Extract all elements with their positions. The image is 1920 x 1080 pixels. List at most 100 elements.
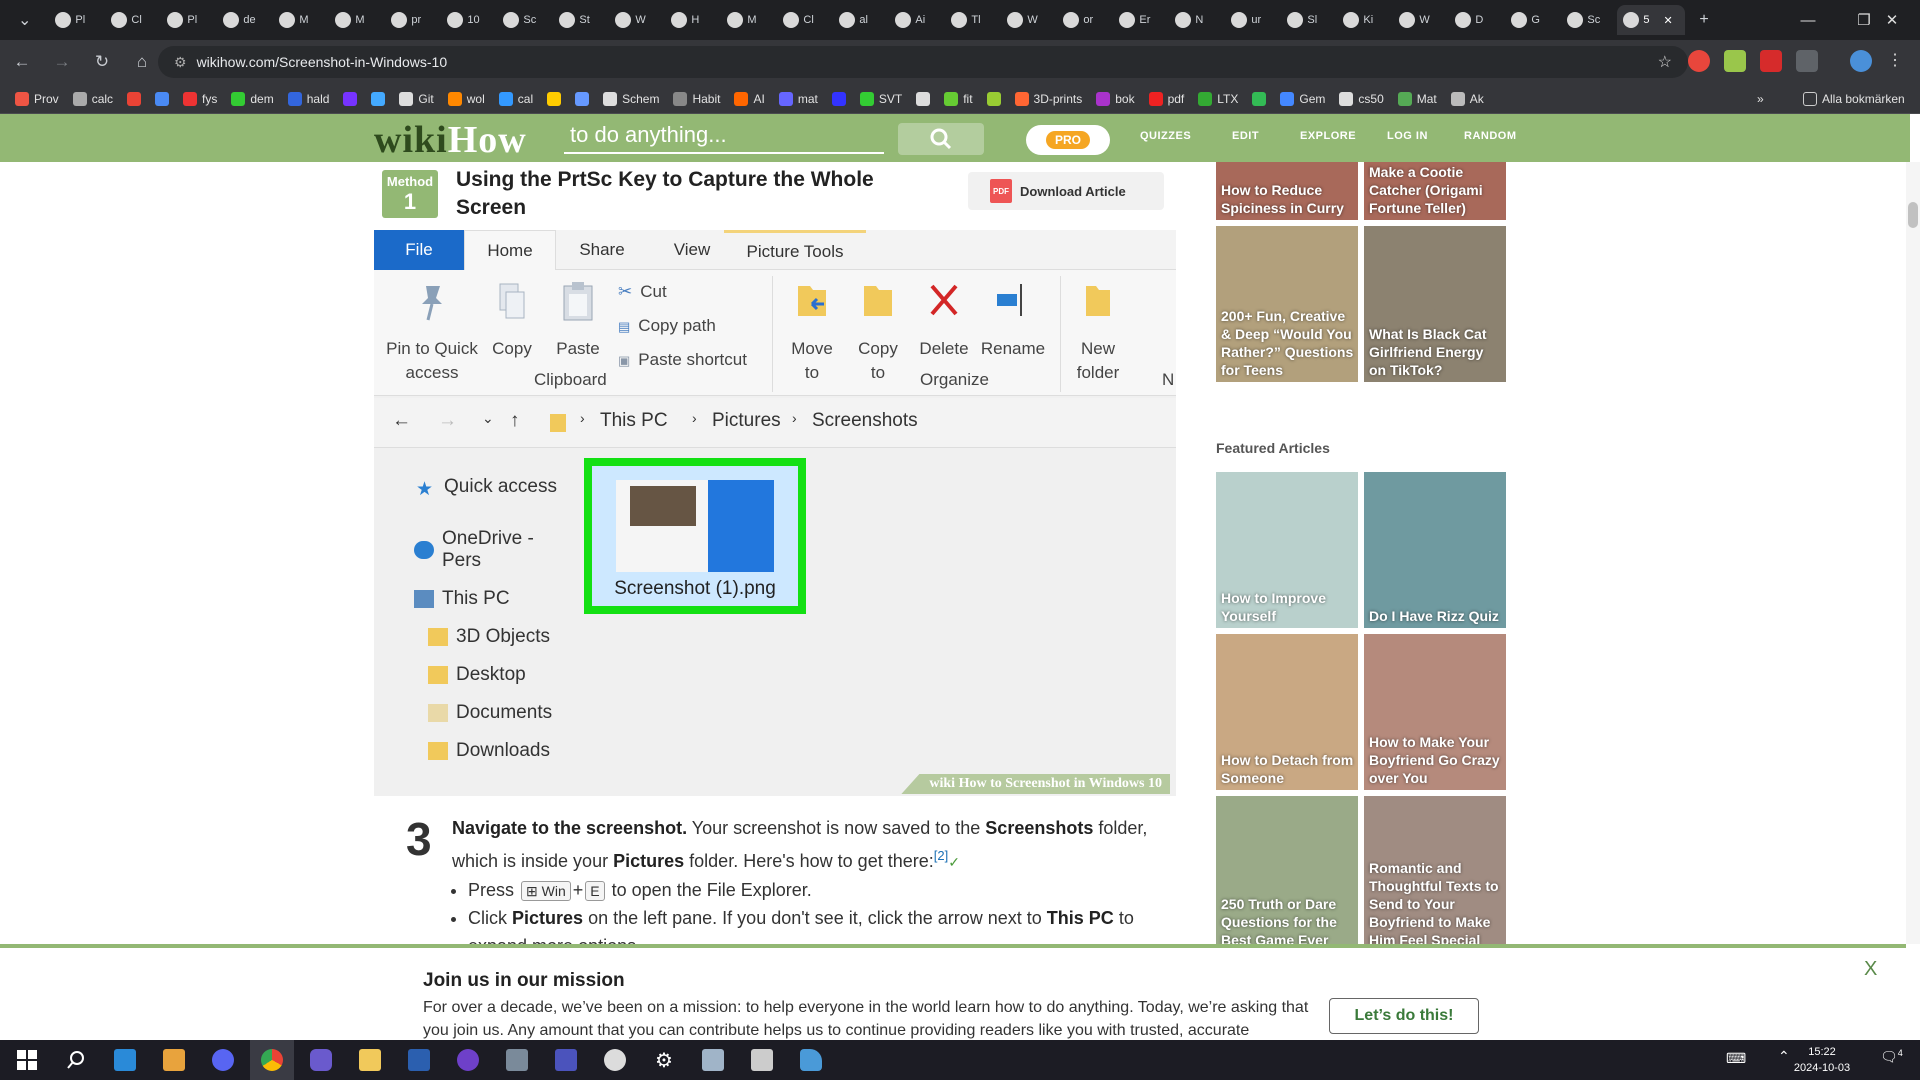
bookmark-item[interactable]: Habit [666,91,727,106]
all-bookmarks[interactable]: Alla bokmärken [1796,91,1912,106]
page-scrollbar[interactable] [1906,162,1920,944]
bookmark-item[interactable]: bok [1089,91,1141,106]
pro-button[interactable]: PRO [1026,125,1110,155]
app-icon[interactable] [740,1040,784,1080]
bookmark-item[interactable]: Mat [1391,91,1444,106]
bookmark-item[interactable]: Schem [596,91,666,106]
start-button[interactable] [5,1040,49,1080]
tab-search-icon[interactable]: ⌄ [18,10,31,30]
bookmark-item[interactable]: dem [224,91,280,106]
bookmark-item[interactable]: 3D-prints [1008,91,1090,106]
bookmark-item[interactable] [540,91,568,106]
extension-icon[interactable] [1688,50,1710,72]
bookmark-item[interactable] [120,91,148,106]
app-icon[interactable] [495,1040,539,1080]
tab-close-icon[interactable]: ✕ [1664,14,1673,27]
browser-tab[interactable]: Er [1113,5,1169,35]
browser-tab[interactable]: ur [1225,5,1281,35]
lets-do-this-button[interactable]: Let’s do this! [1329,998,1479,1034]
extension-icon[interactable] [1760,50,1782,72]
app-icon[interactable] [691,1040,735,1080]
browser-tab[interactable]: Sc [1561,5,1617,35]
bookmark-item[interactable]: Git [392,91,440,106]
home-icon[interactable]: ⌂ [124,44,160,80]
keyboard-icon[interactable]: ⌨ [1726,1050,1746,1067]
citation-link[interactable]: [2] [934,848,948,863]
bookmark-item[interactable]: cal [492,91,540,106]
bookmark-item[interactable] [1245,91,1273,106]
bookmarks-overflow[interactable]: » [1750,92,1771,106]
nav-edit[interactable]: EDIT [1232,130,1259,142]
browser-tab[interactable]: Cl [105,5,161,35]
settings-gear-icon[interactable]: ⚙ [642,1040,686,1080]
featured-card[interactable]: How to Improve Yourself [1216,472,1358,628]
address-bar[interactable]: ⚙ wikihow.com/Screenshot-in-Windows-10 ☆ [158,46,1688,78]
word-icon[interactable] [397,1040,441,1080]
featured-card[interactable]: Do I Have Rizz Quiz [1364,472,1506,628]
discord-icon[interactable] [201,1040,245,1080]
featured-card[interactable]: How to Make Your Boyfriend Go Crazy over… [1364,634,1506,790]
app-icon[interactable] [152,1040,196,1080]
featured-card[interactable]: Romantic and Thoughtful Texts to Send to… [1364,796,1506,944]
bookmark-item[interactable]: fys [176,91,224,106]
nav-login[interactable]: LOG IN [1387,130,1428,142]
featured-card[interactable]: How to Detach from Someone [1216,634,1358,790]
bookmark-item[interactable]: AI [727,91,771,106]
github-icon[interactable] [446,1040,490,1080]
bookmark-item[interactable]: fit [937,91,979,106]
teams-icon[interactable] [544,1040,588,1080]
bookmark-item[interactable] [364,91,392,106]
browser-tab[interactable]: M [273,5,329,35]
bookmark-item[interactable]: hald [281,91,337,106]
browser-tab[interactable]: St [553,5,609,35]
featured-card[interactable]: 250 Truth or Dare Questions for the Best… [1216,796,1358,944]
taskbar-search-icon[interactable] [54,1040,98,1080]
browser-tab[interactable]: W [609,5,665,35]
app-icon[interactable] [789,1040,833,1080]
browser-tab[interactable]: Tl [945,5,1001,35]
chrome-icon[interactable] [250,1040,294,1080]
browser-tab[interactable]: Sc [497,5,553,35]
menu-kebab-icon[interactable]: ⋮ [1884,50,1906,72]
bookmark-item[interactable]: SVT [853,91,909,106]
browser-tab[interactable]: Pl [161,5,217,35]
bookmark-item[interactable]: LTX [1191,91,1245,106]
system-clock[interactable]: 15:22 2024-10-03 [1786,1044,1858,1076]
browser-tab[interactable]: Sl [1281,5,1337,35]
reload-icon[interactable]: ↻ [84,44,120,80]
extensions-puzzle-icon[interactable] [1796,50,1818,72]
bookmark-item[interactable]: calc [66,91,120,106]
download-article-button[interactable]: PDF Download Article [968,172,1164,210]
browser-tab[interactable]: G [1505,5,1561,35]
close-window-icon[interactable]: ✕ [1864,0,1920,40]
wikihow-logo[interactable]: wikiHow [374,118,527,162]
app-icon[interactable] [299,1040,343,1080]
app-icon[interactable] [593,1040,637,1080]
browser-tab[interactable]: M [329,5,385,35]
browser-tab[interactable]: Pl [49,5,105,35]
forward-icon[interactable]: → [44,44,80,80]
browser-tab[interactable]: M [721,5,777,35]
site-info-icon[interactable]: ⚙ [174,54,187,71]
vscode-icon[interactable] [103,1040,147,1080]
related-card[interactable]: Make a Cootie Catcher (Origami Fortune T… [1364,162,1506,220]
bookmark-item[interactable]: mat [772,91,825,106]
search-button[interactable] [898,123,984,155]
related-card[interactable]: What Is Black Cat Girlfriend Energy on T… [1364,226,1506,382]
bookmark-item[interactable] [568,91,596,106]
browser-tab[interactable]: D [1449,5,1505,35]
bookmark-item[interactable] [909,91,937,106]
nav-explore[interactable]: EXPLORE [1300,130,1356,142]
browser-tab[interactable]: W [1393,5,1449,35]
bookmark-item[interactable] [980,91,1008,106]
bookmark-item[interactable]: Prov [8,91,66,106]
browser-tab[interactable]: or [1057,5,1113,35]
browser-tab[interactable]: de [217,5,273,35]
related-card[interactable]: 200+ Fun, Creative & Deep “Would You Rat… [1216,226,1358,382]
notification-icon[interactable]: 🗨4 [1880,1048,1903,1066]
scrollbar-thumb[interactable] [1908,202,1918,228]
bookmark-item[interactable]: cs50 [1332,91,1390,106]
bookmark-item[interactable]: wol [441,91,492,106]
browser-tab[interactable]: al [833,5,889,35]
file-explorer-icon[interactable] [348,1040,392,1080]
